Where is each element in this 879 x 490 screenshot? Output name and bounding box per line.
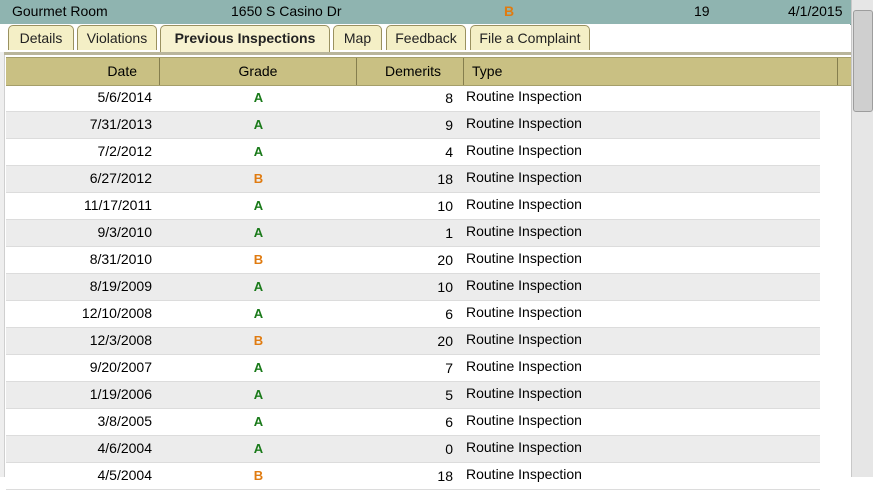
- cell-type: Routine Inspection: [466, 304, 582, 320]
- cell-grade: A: [253, 279, 264, 294]
- cell-type: Routine Inspection: [466, 412, 582, 428]
- right-border: [873, 0, 879, 477]
- cell-date: 12/10/2008: [81, 305, 152, 321]
- tab-feedback[interactable]: Feedback: [386, 25, 466, 50]
- column-header-type[interactable]: Type: [464, 58, 838, 85]
- restaurant-summary-row[interactable]: Gourmet Room 1650 S Casino Dr B 19 4/1/2…: [0, 0, 879, 25]
- cell-grade: A: [253, 144, 264, 159]
- cell-demerits: 5: [445, 387, 453, 403]
- cell-demerits: 4: [445, 144, 453, 160]
- table-row[interactable]: 11/17/2011 A 10 Routine Inspection: [6, 193, 820, 220]
- table-row[interactable]: 6/27/2012 B 18 Routine Inspection: [6, 166, 820, 193]
- cell-date: 11/17/2011: [84, 197, 152, 213]
- cell-grade: A: [253, 90, 264, 105]
- cell-demerits: 9: [445, 117, 453, 133]
- table-row[interactable]: 7/2/2012 A 4 Routine Inspection: [6, 139, 820, 166]
- cell-grade: A: [253, 414, 264, 429]
- cell-demerits: 10: [437, 198, 453, 214]
- column-header-demerits[interactable]: Demerits: [357, 58, 464, 85]
- inspection-date: 4/1/2015: [788, 3, 843, 19]
- table-row[interactable]: 8/19/2009 A 10 Routine Inspection: [6, 274, 820, 301]
- cell-grade: A: [253, 387, 264, 402]
- cell-grade: B: [253, 171, 264, 186]
- cell-type: Routine Inspection: [466, 385, 582, 401]
- cell-demerits: 18: [437, 171, 453, 187]
- cell-grade: A: [253, 198, 264, 213]
- cell-demerits: 7: [445, 360, 453, 376]
- cell-demerits: 8: [445, 90, 453, 106]
- cell-type: Routine Inspection: [466, 466, 582, 482]
- cell-type: Routine Inspection: [466, 250, 582, 266]
- cell-demerits: 18: [437, 468, 453, 484]
- column-header-grade[interactable]: Grade: [160, 58, 357, 85]
- scrollbar-thumb[interactable]: [853, 10, 873, 112]
- cell-type: Routine Inspection: [466, 223, 582, 239]
- table-row[interactable]: 9/3/2010 A 1 Routine Inspection: [6, 220, 820, 247]
- cell-type: Routine Inspection: [466, 169, 582, 185]
- table-row[interactable]: 7/31/2013 A 9 Routine Inspection: [6, 112, 820, 139]
- table-row[interactable]: 3/8/2005 A 6 Routine Inspection: [6, 409, 820, 436]
- cell-demerits: 6: [445, 306, 453, 322]
- cell-date: 6/27/2012: [89, 170, 152, 186]
- tab-underline: [4, 52, 852, 55]
- tab-details[interactable]: Details: [8, 25, 74, 50]
- tab-strip: Details Violations Previous Inspections …: [0, 24, 850, 52]
- tab-violations[interactable]: Violations: [77, 25, 157, 50]
- table-header: Date Grade Demerits Type: [6, 57, 852, 86]
- cell-type: Routine Inspection: [466, 88, 582, 104]
- cell-demerits: 1: [445, 225, 453, 241]
- restaurant-address: 1650 S Casino Dr: [231, 3, 342, 19]
- restaurant-name: Gourmet Room: [12, 3, 108, 19]
- column-header-spacer: [838, 58, 852, 85]
- cell-type: Routine Inspection: [466, 358, 582, 374]
- current-demerits: 19: [694, 3, 710, 19]
- cell-date: 4/5/2004: [97, 467, 153, 483]
- cell-grade: B: [253, 468, 264, 483]
- cell-type: Routine Inspection: [466, 277, 582, 293]
- current-grade: B: [504, 3, 515, 19]
- cell-demerits: 20: [437, 252, 453, 268]
- cell-type: Routine Inspection: [466, 142, 582, 158]
- cell-demerits: 6: [445, 414, 453, 430]
- table-row[interactable]: 4/6/2004 A 0 Routine Inspection: [6, 436, 820, 463]
- cell-type: Routine Inspection: [466, 331, 582, 347]
- tab-previous-inspections[interactable]: Previous Inspections: [160, 25, 330, 52]
- cell-demerits: 20: [437, 333, 453, 349]
- cell-type: Routine Inspection: [466, 196, 582, 212]
- cell-type: Routine Inspection: [466, 115, 582, 131]
- cell-date: 8/31/2010: [89, 251, 152, 267]
- cell-grade: B: [253, 252, 264, 267]
- cell-date: 9/3/2010: [97, 224, 153, 240]
- cell-grade: A: [253, 360, 264, 375]
- cell-demerits: 0: [445, 441, 453, 457]
- table-row[interactable]: 1/19/2006 A 5 Routine Inspection: [6, 382, 820, 409]
- cell-grade: A: [253, 117, 264, 132]
- cell-date: 9/20/2007: [89, 359, 152, 375]
- left-border: [0, 24, 5, 477]
- column-header-date[interactable]: Date: [6, 58, 160, 85]
- cell-grade: A: [253, 441, 264, 456]
- cell-date: 7/31/2013: [89, 116, 152, 132]
- table-row[interactable]: 9/20/2007 A 7 Routine Inspection: [6, 355, 820, 382]
- cell-demerits: 10: [437, 279, 453, 295]
- inspection-table-body: 5/6/2014 A 8 Routine Inspection 7/31/201…: [6, 85, 820, 490]
- table-row[interactable]: 12/3/2008 B 20 Routine Inspection: [6, 328, 820, 355]
- table-row[interactable]: 8/31/2010 B 20 Routine Inspection: [6, 247, 820, 274]
- cell-date: 5/6/2014: [97, 89, 153, 105]
- cell-date: 4/6/2004: [97, 440, 153, 456]
- table-row[interactable]: 12/10/2008 A 6 Routine Inspection: [6, 301, 820, 328]
- cell-date: 1/19/2006: [89, 386, 152, 402]
- cell-date: 7/2/2012: [97, 143, 153, 159]
- table-row[interactable]: 5/6/2014 A 8 Routine Inspection: [6, 85, 820, 112]
- cell-grade: A: [253, 306, 264, 321]
- cell-date: 3/8/2005: [97, 413, 153, 429]
- cell-date: 12/3/2008: [89, 332, 152, 348]
- cell-grade: B: [253, 333, 264, 348]
- tab-file-a-complaint[interactable]: File a Complaint: [470, 25, 590, 50]
- cell-type: Routine Inspection: [466, 439, 582, 455]
- cell-date: 8/19/2009: [89, 278, 152, 294]
- cell-grade: A: [253, 225, 264, 240]
- tab-map[interactable]: Map: [333, 25, 382, 50]
